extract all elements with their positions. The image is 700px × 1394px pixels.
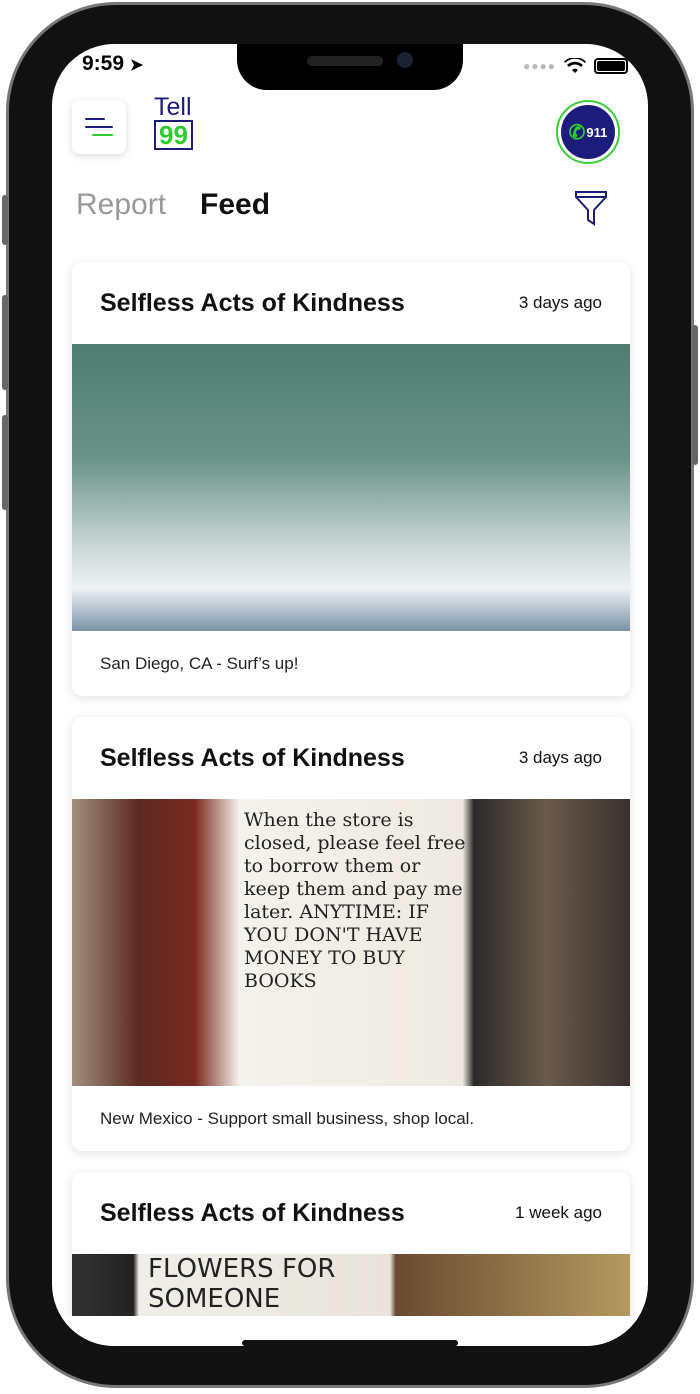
emergency-911-button[interactable]: ✆ 911 xyxy=(556,100,620,164)
wifi-icon xyxy=(564,58,586,73)
card-time: 1 week ago xyxy=(515,1203,602,1222)
signal-dots-icon: ●●●● xyxy=(523,59,556,73)
volume-down-button xyxy=(2,415,8,510)
home-indicator[interactable] xyxy=(242,1340,458,1346)
power-button xyxy=(692,325,698,465)
tab-feed[interactable]: Feed xyxy=(200,188,270,222)
sign-text: FLOWERS FOR SOMEONE xyxy=(148,1254,336,1314)
phone-icon: ✆ xyxy=(568,121,586,144)
card-time: 3 days ago xyxy=(518,748,602,767)
tab-report[interactable]: Report xyxy=(76,188,166,222)
app-logo: Tell 99 xyxy=(154,93,193,150)
card-caption: New Mexico - Support small business, sho… xyxy=(100,1108,475,1128)
status-time: 9:59 ➤ xyxy=(82,52,144,75)
card-image[interactable]: FLOWERS FOR SOMEONE xyxy=(72,1254,630,1316)
menu-button[interactable] xyxy=(72,100,126,154)
card-caption: San Diego, CA - Surf’s up! xyxy=(100,653,299,673)
status-icons: ●●●● xyxy=(523,58,628,74)
card-time: 3 days ago xyxy=(518,293,602,312)
feed-card[interactable]: Selfless Acts of Kindness 3 days ago When… xyxy=(72,717,630,1151)
volume-up-button xyxy=(2,295,8,390)
card-image[interactable] xyxy=(72,344,630,631)
card-title: Selfless Acts of Kindness xyxy=(100,288,405,317)
sign-text: When the store is closed, please feel fr… xyxy=(244,809,466,992)
tab-bar: Report Feed xyxy=(76,188,270,222)
card-image[interactable]: When the store is closed, please feel fr… xyxy=(72,799,630,1086)
screen: 9:59 ➤ ●●●● Tell 99 ✆ 911 Report Feed Sel… xyxy=(52,44,648,1346)
card-title: Selfless Acts of Kindness xyxy=(100,1198,405,1227)
feed-card[interactable]: Selfless Acts of Kindness 3 days ago San … xyxy=(72,262,630,696)
filter-icon[interactable] xyxy=(574,190,608,226)
mute-switch xyxy=(2,195,8,245)
location-arrow-icon: ➤ xyxy=(129,57,144,74)
card-title: Selfless Acts of Kindness xyxy=(100,743,405,772)
notch xyxy=(237,44,463,90)
battery-icon xyxy=(594,58,628,74)
feed-card[interactable]: Selfless Acts of Kindness 1 week ago FLOW… xyxy=(72,1172,630,1316)
